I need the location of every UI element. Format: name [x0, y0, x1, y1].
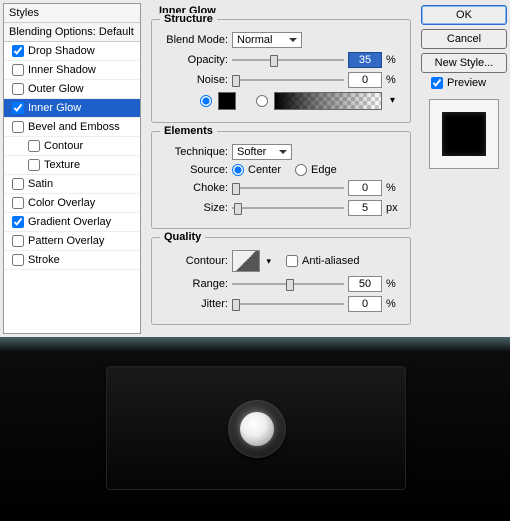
style-item-gradient-overlay[interactable]: Gradient Overlay — [4, 213, 140, 232]
style-item-label: Satin — [28, 178, 53, 190]
style-item-label: Color Overlay — [28, 197, 95, 209]
blending-options-row[interactable]: Blending Options: Default — [4, 23, 140, 42]
gradient-swatch[interactable] — [274, 92, 382, 110]
cancel-button[interactable]: Cancel — [421, 29, 507, 49]
style-item-label: Pattern Overlay — [28, 235, 104, 247]
range-unit: % — [386, 278, 400, 290]
contour-picker[interactable] — [232, 250, 260, 272]
range-label: Range: — [162, 278, 228, 290]
button-panel: OK Cancel New Style... Preview — [421, 3, 507, 334]
style-checkbox[interactable] — [28, 159, 40, 171]
style-checkbox[interactable] — [12, 197, 24, 209]
choke-unit: % — [386, 182, 400, 194]
style-checkbox[interactable] — [12, 64, 24, 76]
style-checkbox[interactable] — [12, 235, 24, 247]
elements-group: Elements Technique: Softer Source: Cente… — [151, 131, 411, 229]
size-label: Size: — [162, 202, 228, 214]
ok-button[interactable]: OK — [421, 5, 507, 25]
style-item-texture[interactable]: Texture — [4, 156, 140, 175]
choke-input[interactable]: 0 — [348, 180, 382, 196]
source-label: Source: — [162, 164, 228, 176]
blendmode-select[interactable]: Normal — [232, 32, 302, 48]
noise-label: Noise: — [162, 74, 228, 86]
style-item-label: Bevel and Emboss — [28, 121, 120, 133]
style-item-label: Contour — [44, 140, 83, 152]
style-item-label: Inner Glow — [28, 102, 81, 114]
knob-inner — [240, 412, 274, 446]
preview-label: Preview — [447, 77, 486, 89]
color-swatch[interactable] — [218, 92, 236, 110]
style-item-label: Stroke — [28, 254, 60, 266]
style-item-label: Texture — [44, 159, 80, 171]
range-slider[interactable] — [232, 277, 344, 291]
blendmode-label: Blend Mode: — [162, 34, 228, 46]
style-item-outer-glow[interactable]: Outer Glow — [4, 80, 140, 99]
opacity-label: Opacity: — [162, 54, 228, 66]
style-item-satin[interactable]: Satin — [4, 175, 140, 194]
style-item-drop-shadow[interactable]: Drop Shadow — [4, 42, 140, 61]
style-item-bevel-and-emboss[interactable]: Bevel and Emboss — [4, 118, 140, 137]
quality-group: Quality Contour: Anti-aliased Range: 50 … — [151, 237, 411, 325]
style-item-stroke[interactable]: Stroke — [4, 251, 140, 270]
style-checkbox[interactable] — [12, 121, 24, 133]
jitter-unit: % — [386, 298, 400, 310]
opacity-slider[interactable] — [232, 53, 344, 67]
structure-group: Structure Blend Mode: Normal Opacity: 35… — [151, 19, 411, 123]
choke-label: Choke: — [162, 182, 228, 194]
size-input[interactable]: 5 — [348, 200, 382, 216]
preview-box — [429, 99, 499, 169]
noise-slider[interactable] — [232, 73, 344, 87]
noise-unit: % — [386, 74, 400, 86]
style-item-label: Gradient Overlay — [28, 216, 111, 228]
quality-title: Quality — [160, 231, 205, 243]
style-item-label: Outer Glow — [28, 83, 84, 95]
style-item-label: Drop Shadow — [28, 45, 95, 57]
style-checkbox[interactable] — [12, 178, 24, 190]
choke-slider[interactable] — [232, 181, 344, 195]
size-unit: px — [386, 202, 400, 214]
styles-panel: Styles Blending Options: Default Drop Sh… — [3, 3, 141, 334]
antialiased-label: Anti-aliased — [302, 255, 359, 267]
noise-input[interactable]: 0 — [348, 72, 382, 88]
range-input[interactable]: 50 — [348, 276, 382, 292]
style-item-inner-shadow[interactable]: Inner Shadow — [4, 61, 140, 80]
antialiased-checkbox[interactable] — [286, 255, 298, 267]
opacity-unit: % — [386, 54, 400, 66]
style-item-inner-glow[interactable]: Inner Glow — [4, 99, 140, 118]
style-checkbox[interactable] — [12, 102, 24, 114]
style-item-color-overlay[interactable]: Color Overlay — [4, 194, 140, 213]
technique-label: Technique: — [162, 146, 228, 158]
new-style-button[interactable]: New Style... — [421, 53, 507, 73]
settings-panel: Inner Glow Structure Blend Mode: Normal … — [145, 3, 417, 334]
source-center-radio[interactable] — [232, 164, 244, 176]
style-item-label: Inner Shadow — [28, 64, 96, 76]
style-checkbox[interactable] — [12, 216, 24, 228]
size-slider[interactable] — [232, 201, 344, 215]
jitter-input[interactable]: 0 — [348, 296, 382, 312]
jitter-slider[interactable] — [232, 297, 344, 311]
color-radio[interactable] — [200, 95, 212, 107]
elements-title: Elements — [160, 125, 217, 137]
style-checkbox[interactable] — [12, 83, 24, 95]
style-checkbox[interactable] — [12, 254, 24, 266]
style-checkbox[interactable] — [28, 140, 40, 152]
preview-swatch — [442, 112, 486, 156]
gradient-radio[interactable] — [256, 95, 268, 107]
style-item-pattern-overlay[interactable]: Pattern Overlay — [4, 232, 140, 251]
preview-checkbox[interactable] — [431, 77, 443, 89]
styles-header: Styles — [4, 4, 140, 23]
structure-title: Structure — [160, 13, 217, 25]
style-checkbox[interactable] — [12, 45, 24, 57]
style-item-contour[interactable]: Contour — [4, 137, 140, 156]
opacity-input[interactable]: 35 — [348, 52, 382, 68]
source-edge-label: Edge — [311, 164, 337, 176]
source-center-label: Center — [248, 164, 281, 176]
source-edge-radio[interactable] — [295, 164, 307, 176]
jitter-label: Jitter: — [162, 298, 228, 310]
contour-label: Contour: — [162, 255, 228, 267]
technique-select[interactable]: Softer — [232, 144, 292, 160]
